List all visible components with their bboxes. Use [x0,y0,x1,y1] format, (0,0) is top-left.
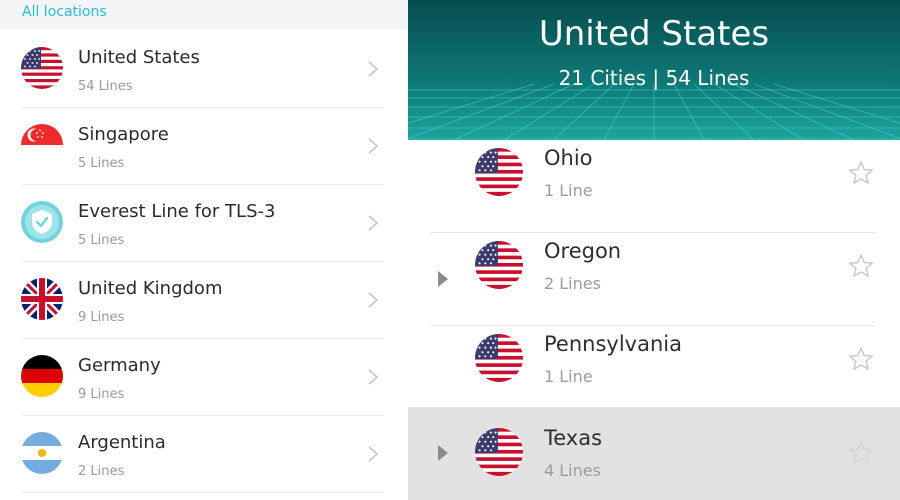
us-flag-icon [475,428,523,476]
location-item-argentina[interactable]: Argentina 2 Lines [0,416,408,493]
location-name: Germany [78,355,161,376]
location-lines-count: 54 Lines [78,79,133,94]
location-item-singapore[interactable]: Singapore 5 Lines [0,108,408,185]
all-locations-header: All locations [0,0,408,30]
city-item-pennsylvania[interactable]: Pennsylvania 1 Line [408,326,900,419]
chevron-right-icon [368,138,379,154]
chevron-right-icon [368,215,379,231]
city-name: Texas [544,426,603,450]
location-name: Singapore [78,124,169,145]
location-item-united-kingdom[interactable]: United Kingdom 9 Lines [0,262,408,339]
city-lines-count: 1 Line [544,367,593,386]
city-name: Oregon [544,239,622,263]
country-detail-panel: United States 21 Cities | 54 Lines Ohio … [408,0,900,500]
locations-panel: All locations United States 54 Lines Sin… [0,0,408,500]
star-icon[interactable] [848,253,874,279]
city-lines-count: 2 Lines [544,274,601,293]
city-item-ohio[interactable]: Ohio 1 Line [408,140,900,233]
location-item-everest-line[interactable]: Everest Line for TLS-3 5 Lines [0,185,408,262]
location-item-united-states[interactable]: United States 54 Lines [0,31,408,108]
location-item-germany[interactable]: Germany 9 Lines [0,339,408,416]
star-icon[interactable] [848,346,874,372]
star-icon[interactable] [848,160,874,186]
city-name: Pennsylvania [544,332,682,356]
city-lines-count: 1 Line [544,181,593,200]
location-name: United Kingdom [78,278,223,299]
location-name: United States [78,47,200,68]
city-name: Ohio [544,146,593,170]
chevron-right-icon [368,292,379,308]
chevron-right-icon [368,369,379,385]
location-lines-count: 9 Lines [78,387,125,402]
us-flag-icon [475,334,523,382]
location-lines-count: 5 Lines [78,156,125,171]
location-lines-count: 9 Lines [78,310,125,325]
us-flag-icon [21,47,63,89]
country-summary: 21 Cities | 54 Lines [558,66,750,90]
all-locations-label: All locations [22,4,107,20]
city-item-texas[interactable]: Texas 4 Lines [408,407,900,500]
singapore-flag-icon [21,124,63,166]
chevron-right-icon [368,61,379,77]
location-name: Argentina [78,432,166,453]
argentina-flag-icon [21,432,63,474]
expand-arrow-icon[interactable] [436,270,450,288]
country-title: United States [538,14,770,54]
us-flag-icon [475,148,523,196]
star-icon[interactable] [848,440,874,466]
us-flag-icon [475,241,523,289]
country-banner: United States 21 Cities | 54 Lines [408,0,900,140]
expand-arrow-icon[interactable] [436,444,450,462]
location-name: Everest Line for TLS-3 [78,201,276,222]
city-lines-count: 4 Lines [544,461,601,480]
uk-flag-icon [21,278,63,320]
divider [22,492,384,493]
germany-flag-icon [21,355,63,397]
location-lines-count: 2 Lines [78,464,125,479]
city-item-oregon[interactable]: Oregon 2 Lines [408,233,900,326]
chevron-right-icon [368,446,379,462]
shield-icon [21,201,63,243]
location-lines-count: 5 Lines [78,233,125,248]
